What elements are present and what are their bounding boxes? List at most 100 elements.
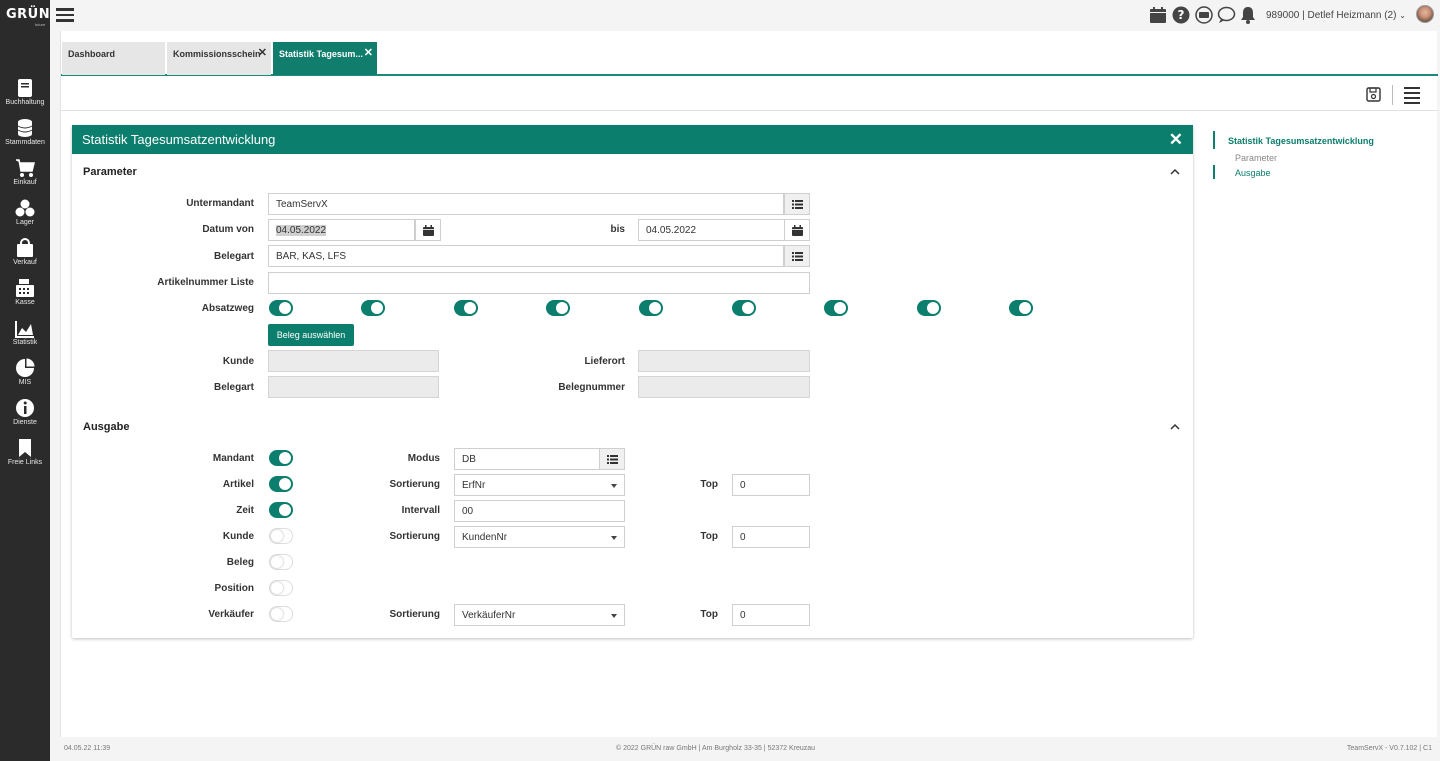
artikelnummer-field[interactable] [268,272,810,294]
position-toggle[interactable] [269,580,293,596]
absatzweg-toggle-6[interactable] [732,300,756,316]
sidebar-item-lager[interactable]: Lager [0,196,50,236]
sidebar-item-dienste[interactable]: Dienste [0,396,50,436]
save-icon[interactable] [1366,87,1381,105]
footer: 04.05.22 11:39 © 2022 GRÜN raw GmbH | Am… [50,737,1440,761]
modus-field[interactable]: DB [454,448,600,470]
list-picker-icon[interactable] [784,193,810,215]
sidebar-item-stammdaten[interactable]: Stammdaten [0,116,50,156]
chat-icon[interactable] [1217,6,1236,24]
calendar-icon[interactable] [784,219,810,241]
artikel-top-label: Top [700,479,718,490]
tab-label: Dashboard [68,49,116,59]
database-icon [0,116,50,138]
calendar-icon[interactable] [415,219,441,241]
sidebar-item-verkauf[interactable]: Verkauf [0,236,50,276]
sidebar-item-einkauf[interactable]: Einkauf [0,156,50,196]
artikelnummer-label: Artikelnummer Liste [157,277,254,288]
panel-header: Statistik Tagesumsatzentwicklung ✕ [72,125,1193,154]
kunde-ausgabe-label: Kunde [222,531,254,542]
section-title-parameter: Parameter [83,166,137,178]
bis-field[interactable]: 04.05.2022 [638,219,785,241]
position-label: Position [214,583,254,594]
datum-von-field[interactable]: 04.05.2022 [268,219,415,241]
absatzweg-toggle-9[interactable] [1009,300,1033,316]
tab-kommissionsschein[interactable]: Kommissionsschein ✕ [167,42,271,75]
tab-bar: Dashboard Kommissionsschein ✕ Statistik T… [61,41,1438,76]
sidebar: GRÜN future Buchhaltung Stammdaten Einka… [0,0,50,761]
nav-item-statistik[interactable]: Statistik Tagesumsatzentwicklung [1228,136,1374,146]
sidebar-item-label: Stammdaten [5,139,45,146]
tab-label: Kommissionsschein [173,49,261,59]
nav-item-ausgabe[interactable]: Ausgabe [1235,168,1271,178]
user-menu[interactable]: 989000 | Detlef Heizmann (2) ⌄ [1266,10,1406,21]
sidebar-item-buchhaltung[interactable]: Buchhaltung [0,76,50,116]
pie-chart-icon [0,356,50,378]
boxes-icon [0,196,50,218]
beleg-auswaehlen-button[interactable]: Beleg auswählen [268,324,354,346]
absatzweg-toggle-8[interactable] [917,300,941,316]
absatzweg-toggle-7[interactable] [824,300,848,316]
absatzweg-toggle-4[interactable] [546,300,570,316]
verkaeufer-top-label: Top [700,609,718,620]
sidebar-item-mis[interactable]: MIS [0,356,50,396]
mandant-label: Mandant [212,453,254,464]
area-chart-icon [0,316,50,338]
belegart-label: Belegart [213,251,254,262]
menu-toggle-icon[interactable] [56,6,74,24]
modus-label: Modus [407,453,440,464]
keyboard-icon[interactable] [1195,6,1213,24]
page-toolbar [61,77,1438,111]
nav-item-parameter[interactable]: Parameter [1235,153,1277,163]
belegart-field[interactable]: BAR, KAS, LFS [268,245,784,267]
intervall-field[interactable]: 00 [454,500,625,522]
absatzweg-toggle-1[interactable] [269,300,293,316]
sidebar-item-freie-links[interactable]: Freie Links [0,436,50,476]
help-icon[interactable]: ? [1172,6,1190,24]
topbar: ? 989000 | Detlef Heizmann (2) ⌄ [50,0,1440,31]
kunde-top-field[interactable]: 0 [732,526,810,548]
info-icon [0,396,50,418]
main-content: Dashboard Kommissionsschein ✕ Statistik T… [60,31,1438,737]
close-icon[interactable]: ✕ [1169,130,1183,150]
sidebar-item-label: Freie Links [7,459,43,466]
book-icon [0,76,50,98]
list-picker-icon[interactable] [599,448,625,470]
artikel-sortierung-label: Sortierung [389,479,440,490]
chevron-down-icon: ⌄ [1399,11,1406,20]
sidebar-item-statistik[interactable]: Statistik [0,316,50,356]
kunde-sortierung-label: Sortierung [389,531,440,542]
avatar[interactable] [1416,5,1434,23]
app-logo: GRÜN [6,7,51,22]
untermandant-field[interactable]: TeamServX [268,193,784,215]
sidebar-item-kasse[interactable]: Kasse [0,276,50,316]
beleg-toggle[interactable] [269,554,293,570]
untermandant-label: Untermandant [186,198,254,209]
sidebar-item-label: Lager [16,219,34,226]
artikel-top-field[interactable]: 0 [732,474,810,496]
verkaeufer-label: Verkäufer [208,609,254,620]
lieferort-label: Lieferort [584,356,625,367]
list-menu-icon[interactable] [1404,87,1420,104]
footer-version: TeamServX - V0.7.102 | C1 [1346,745,1432,752]
absatzweg-toggle-5[interactable] [639,300,663,316]
sidebar-item-label: Kasse [15,299,35,306]
close-icon[interactable]: ✕ [364,46,373,59]
kunde-field [268,350,439,372]
verkaeufer-sortierung-label: Sortierung [389,609,440,620]
verkaeufer-top-field[interactable]: 0 [732,604,810,626]
bell-icon[interactable] [1240,6,1258,24]
chevron-up-icon[interactable] [1169,421,1181,433]
chevron-up-icon[interactable] [1169,166,1181,178]
sidebar-item-label: Einkauf [13,179,37,186]
close-icon[interactable]: ✕ [258,46,267,59]
cash-register-icon [0,276,50,298]
datum-von-value: 04.05.2022 [276,225,327,236]
tab-statistik[interactable]: Statistik Tagesum... ✕ [273,42,377,75]
tab-dashboard[interactable]: Dashboard [62,42,165,75]
bis-label: bis [610,224,625,235]
list-picker-icon[interactable] [784,245,810,267]
absatzweg-toggle-2[interactable] [361,300,385,316]
calendar-icon[interactable] [1149,6,1167,24]
absatzweg-toggle-3[interactable] [454,300,478,316]
